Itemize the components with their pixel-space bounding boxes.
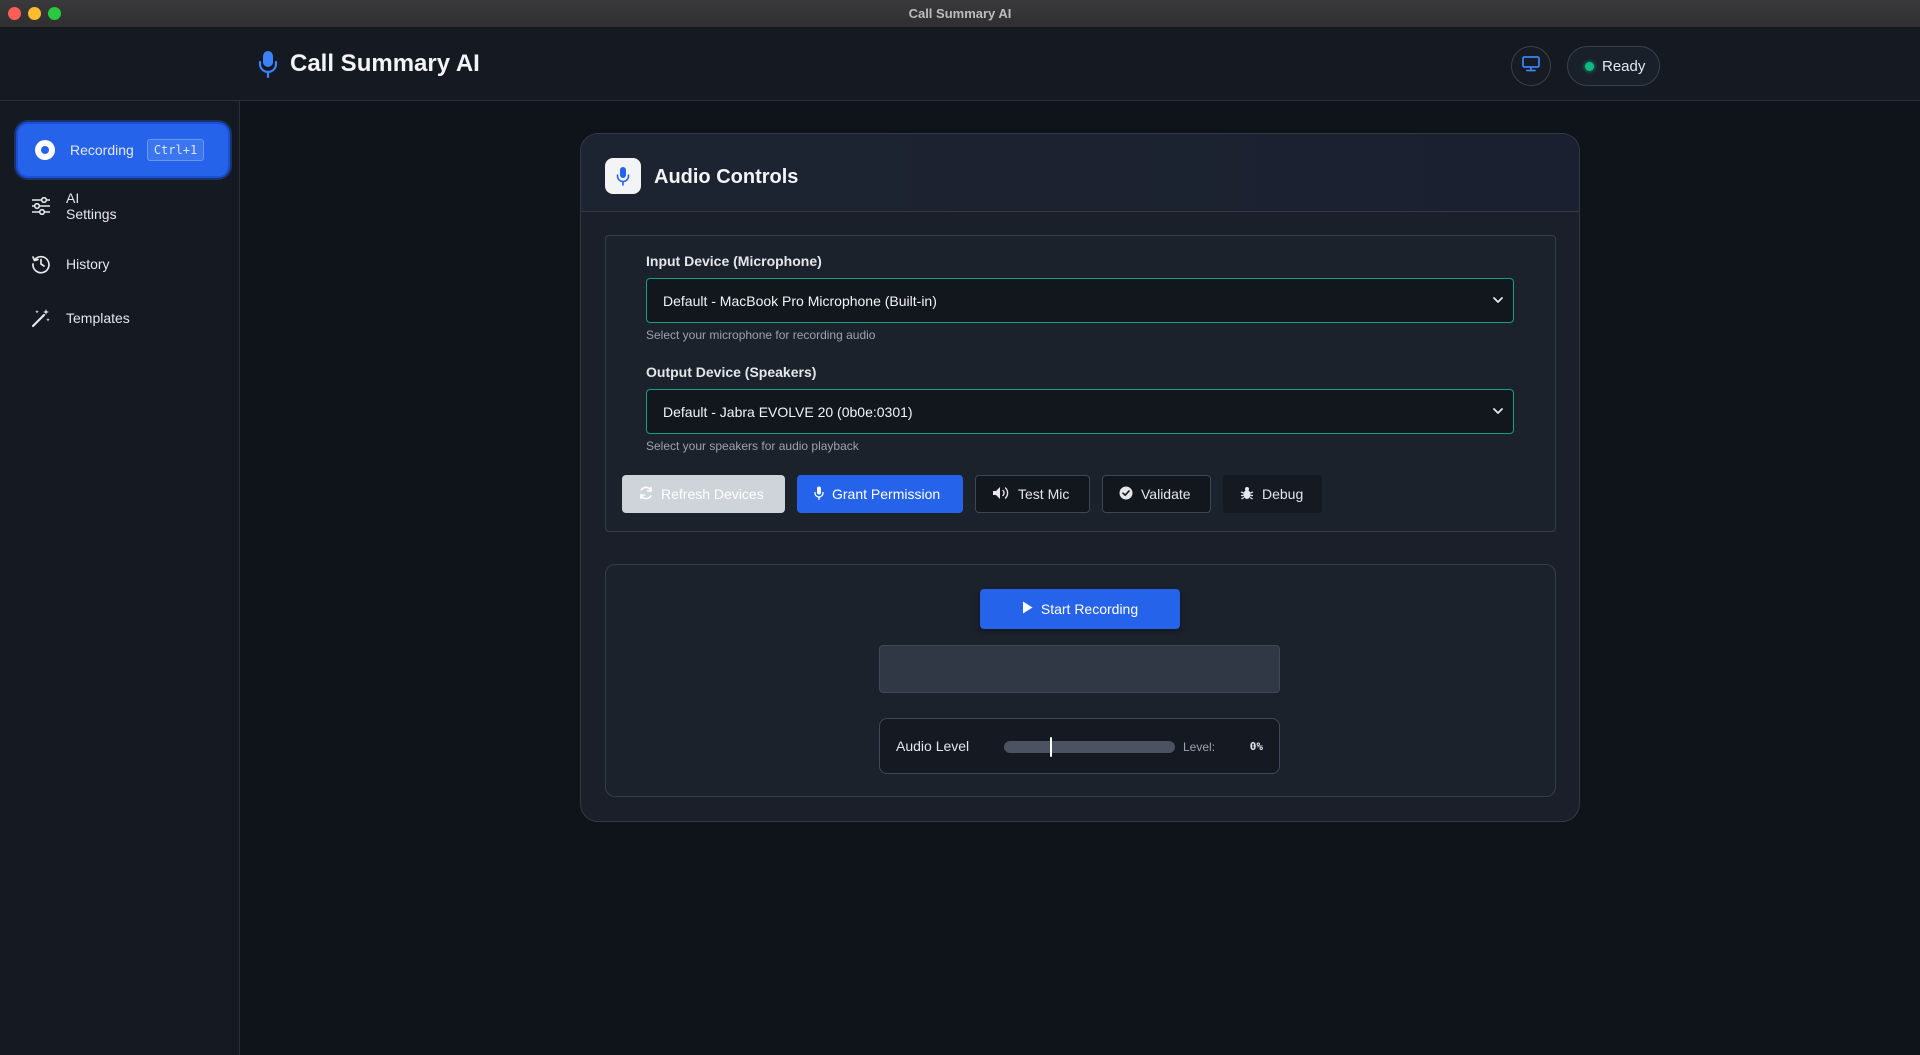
test-mic-button[interactable]: Test Mic <box>975 475 1090 513</box>
audio-level-meter: Audio Level Level: 0% <box>879 718 1280 774</box>
chevron-down-icon <box>1492 404 1504 416</box>
start-recording-label: Start Recording <box>1040 601 1139 617</box>
sidebar-item-label: AI Settings <box>66 190 117 222</box>
input-device-select[interactable]: Default - MacBook Pro Microphone (Built-… <box>646 278 1514 323</box>
output-device-label: Output Device (Speakers) <box>646 364 817 380</box>
sidebar-item-history[interactable]: History <box>18 244 228 284</box>
audio-level-indicator <box>1050 737 1052 757</box>
start-recording-button[interactable]: Start Recording <box>980 589 1180 629</box>
test-mic-label: Test Mic <box>1018 486 1070 502</box>
app-title: Call Summary AI <box>290 50 480 77</box>
sidebar-item-recording[interactable]: Recording Ctrl+1 <box>18 124 228 176</box>
debug-button[interactable]: Debug <box>1223 475 1322 513</box>
refresh-icon <box>639 486 653 503</box>
status-indicator-dot <box>1585 61 1594 71</box>
output-device-select[interactable]: Default - Jabra EVOLVE 20 (0b0e:0301) <box>646 389 1514 434</box>
input-device-value: Default - MacBook Pro Microphone (Built-… <box>663 292 937 309</box>
magic-wand-icon <box>30 307 52 329</box>
microphone-icon <box>814 486 824 503</box>
status-badge: Ready <box>1567 46 1660 86</box>
debug-label: Debug <box>1262 486 1304 502</box>
validate-button[interactable]: Validate <box>1102 475 1211 513</box>
input-device-help: Select your microphone for recording aud… <box>646 328 876 342</box>
refresh-devices-button[interactable]: Refresh Devices <box>622 475 785 513</box>
audio-level-label: Audio Level <box>896 738 970 754</box>
audio-level-track <box>1004 741 1175 753</box>
status-text: Ready <box>1602 57 1646 75</box>
device-actions: Refresh Devices Grant Permission Test Mi… <box>622 475 1322 513</box>
monitor-icon <box>1522 55 1540 77</box>
card-title: Audio Controls <box>654 166 799 188</box>
microphone-icon <box>605 158 641 194</box>
chevron-down-icon <box>1492 293 1504 305</box>
validate-label: Validate <box>1141 486 1191 502</box>
input-device-label: Input Device (Microphone) <box>646 253 822 269</box>
shortcut-badge: Ctrl+1 <box>146 139 205 161</box>
microphone-icon <box>258 50 278 79</box>
output-device-value: Default - Jabra EVOLVE 20 (0b0e:0301) <box>663 403 913 420</box>
grant-permission-label: Grant Permission <box>832 486 941 502</box>
history-icon <box>30 253 52 275</box>
device-settings-panel: Input Device (Microphone) Default - MacB… <box>605 235 1556 532</box>
sidebar-item-ai-settings[interactable]: AI Settings <box>18 185 228 227</box>
check-circle-icon <box>1119 486 1133 503</box>
sliders-icon <box>30 195 52 217</box>
play-icon <box>1022 601 1033 617</box>
card-header: Audio Controls <box>581 134 1579 212</box>
sidebar-item-label: Templates <box>66 310 130 326</box>
sidebar-item-label: History <box>66 256 110 272</box>
recording-status-display <box>879 645 1280 693</box>
record-icon <box>34 139 56 161</box>
speaker-icon <box>992 486 1010 503</box>
grant-permission-button[interactable]: Grant Permission <box>797 475 963 513</box>
output-device-help: Select your speakers for audio playback <box>646 439 859 453</box>
window-titlebar: Call Summary AI <box>0 0 1920 28</box>
window-title: Call Summary AI <box>908 6 1012 21</box>
bug-icon <box>1240 486 1254 503</box>
sidebar-item-templates[interactable]: Templates <box>18 298 228 338</box>
recording-panel: Start Recording Audio Level Level: 0% <box>605 564 1556 797</box>
level-caption: Level: <box>1183 740 1216 754</box>
app-header: Call Summary AI Ready <box>0 28 1920 101</box>
display-button[interactable] <box>1511 46 1551 86</box>
sidebar: Recording Ctrl+1 AI Settings History Tem… <box>0 101 240 1055</box>
sidebar-item-label: Recording <box>70 142 134 158</box>
audio-controls-card: Audio Controls Input Device (Microphone)… <box>580 133 1580 822</box>
refresh-devices-label: Refresh Devices <box>661 486 764 502</box>
level-value: 0% <box>1249 740 1263 753</box>
